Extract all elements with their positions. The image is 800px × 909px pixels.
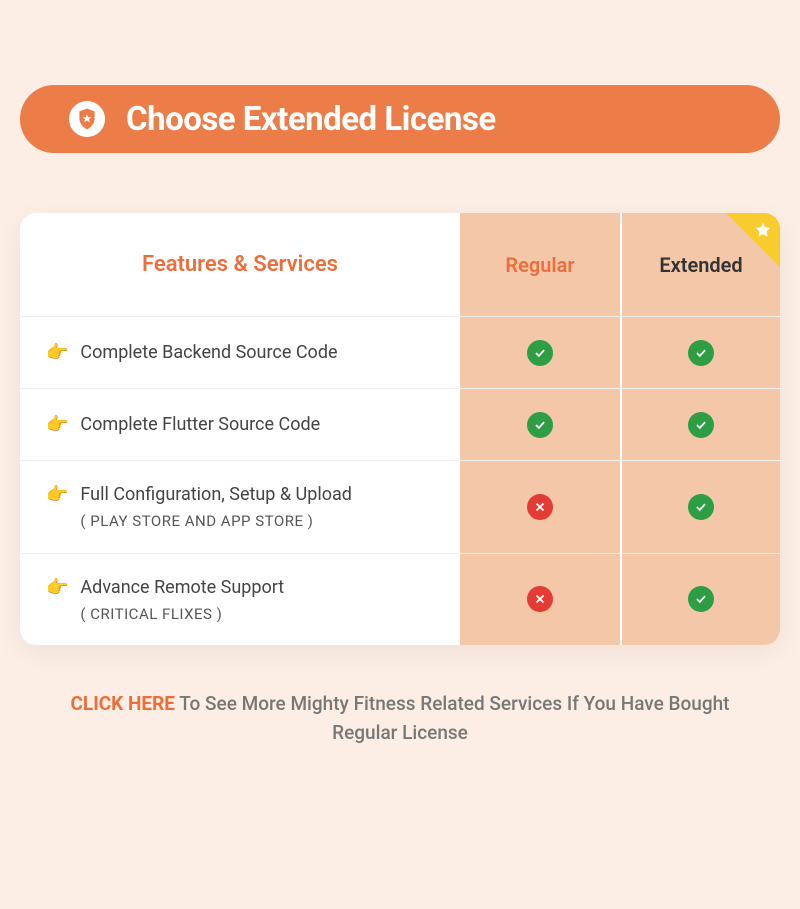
pointer-icon: 👉 bbox=[46, 339, 68, 366]
feature-label: Advance Remote Support bbox=[80, 574, 284, 601]
check-icon bbox=[527, 412, 553, 438]
feature-cell: 👉 Complete Flutter Source Code bbox=[20, 389, 460, 460]
table-row: 👉 Full Configuration, Setup & Upload( PLA… bbox=[20, 461, 780, 554]
comparison-table: Features & Services Regular Extended 👉 Co… bbox=[20, 213, 780, 645]
pointer-icon: 👉 bbox=[46, 574, 68, 601]
table-row: 👉 Complete Flutter Source Code bbox=[20, 389, 780, 461]
check-icon bbox=[688, 412, 714, 438]
header-extended: Extended bbox=[620, 213, 780, 316]
feature-label: Complete Backend Source Code bbox=[80, 339, 337, 366]
cross-icon bbox=[527, 494, 553, 520]
extended-cell bbox=[620, 317, 780, 388]
footer-rest: To See More Mighty Fitness Related Servi… bbox=[175, 692, 730, 744]
footer-text: CLICK HERE To See More Mighty Fitness Re… bbox=[40, 689, 760, 748]
check-icon bbox=[688, 586, 714, 612]
shield-badge-icon bbox=[68, 100, 106, 138]
feature-sublabel: ( PLAY STORE AND APP STORE ) bbox=[80, 510, 352, 533]
feature-label: Full Configuration, Setup & Upload bbox=[80, 481, 352, 508]
regular-cell bbox=[460, 461, 620, 553]
header-features: Features & Services bbox=[20, 213, 460, 316]
pointer-icon: 👉 bbox=[46, 411, 68, 438]
regular-cell bbox=[460, 389, 620, 460]
feature-cell: 👉 Advance Remote Support ( CRITICAL FLIXE… bbox=[20, 554, 460, 646]
feature-cell: 👉 Complete Backend Source Code bbox=[20, 317, 460, 388]
header-regular: Regular bbox=[460, 213, 620, 316]
cross-icon bbox=[527, 586, 553, 612]
regular-cell bbox=[460, 317, 620, 388]
click-here-link[interactable]: CLICK HERE bbox=[70, 692, 174, 715]
feature-cell: 👉 Full Configuration, Setup & Upload( PLA… bbox=[20, 461, 460, 553]
pointer-icon: 👉 bbox=[46, 481, 68, 508]
check-icon bbox=[688, 494, 714, 520]
feature-label: Complete Flutter Source Code bbox=[80, 411, 320, 438]
banner-title: Choose Extended License bbox=[126, 100, 496, 139]
table-header: Features & Services Regular Extended bbox=[20, 213, 780, 317]
banner: Choose Extended License bbox=[20, 85, 780, 153]
check-icon bbox=[527, 340, 553, 366]
table-row: 👉 Advance Remote Support ( CRITICAL FLIXE… bbox=[20, 554, 780, 646]
table-row: 👉 Complete Backend Source Code bbox=[20, 317, 780, 389]
extended-cell bbox=[620, 389, 780, 460]
extended-cell bbox=[620, 461, 780, 553]
check-icon bbox=[688, 340, 714, 366]
star-icon bbox=[754, 221, 772, 239]
regular-cell bbox=[460, 554, 620, 646]
feature-sublabel: ( CRITICAL FLIXES ) bbox=[80, 603, 284, 626]
extended-cell bbox=[620, 554, 780, 646]
